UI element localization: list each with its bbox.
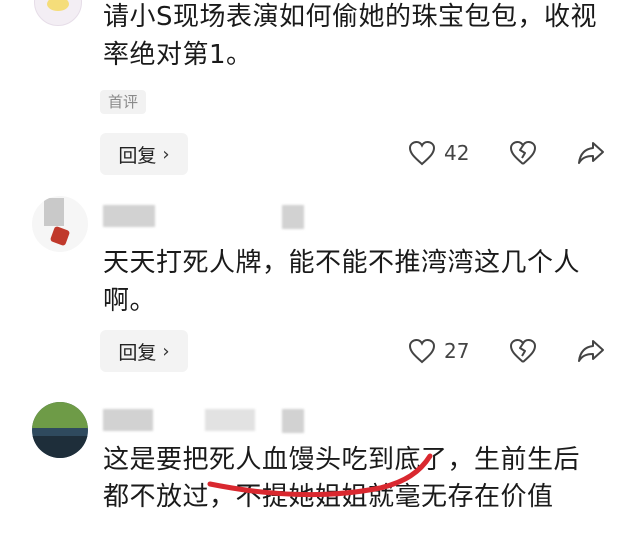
- reply-button-label: 回复: [118, 341, 157, 364]
- reply-button-1[interactable]: 回复 ›: [100, 133, 188, 175]
- comment-text-3: 这是要把死人血馒头吃到底了，生前生后都不放过，不提她姐姐就毫无存在价值: [103, 445, 581, 512]
- share-arrow-icon: [577, 140, 605, 166]
- dislike-button-1[interactable]: [509, 140, 537, 166]
- share-arrow-icon: [577, 338, 605, 364]
- broken-heart-icon: [509, 338, 537, 364]
- username-redacted-3[interactable]: [103, 409, 153, 431]
- share-button-2[interactable]: [577, 338, 605, 364]
- reply-button-label: 回复: [118, 144, 157, 167]
- like-button-1[interactable]: 42: [408, 140, 469, 166]
- share-button-1[interactable]: [577, 140, 605, 166]
- heart-outline-icon: [408, 140, 436, 166]
- heart-outline-icon: [408, 338, 436, 364]
- reply-button-2[interactable]: 回复 ›: [100, 330, 188, 372]
- chevron-right-icon: ›: [162, 340, 170, 362]
- user-badge-redacted-2: [282, 205, 304, 229]
- username-redacted-3b: [205, 409, 255, 431]
- commenter-avatar-2[interactable]: [32, 196, 88, 252]
- dislike-button-2[interactable]: [509, 338, 537, 364]
- chevron-right-icon: ›: [162, 143, 170, 165]
- commenter-avatar-1[interactable]: [34, 0, 82, 26]
- like-button-2[interactable]: 27: [408, 338, 469, 364]
- broken-heart-icon: [509, 140, 537, 166]
- like-count-1: 42: [444, 141, 470, 165]
- comment-text-1: 请小S现场表演如何偷她的珠宝包包，收视率绝对第1。: [103, 2, 598, 70]
- like-count-2: 27: [444, 339, 470, 363]
- user-badge-redacted-3: [282, 409, 304, 433]
- comment-text-2: 天天打死人牌，能不能不推湾湾这几个人啊。: [103, 248, 581, 316]
- commenter-avatar-3[interactable]: [32, 402, 88, 458]
- username-redacted-2[interactable]: [103, 205, 155, 227]
- first-comment-badge: 首评: [100, 90, 147, 114]
